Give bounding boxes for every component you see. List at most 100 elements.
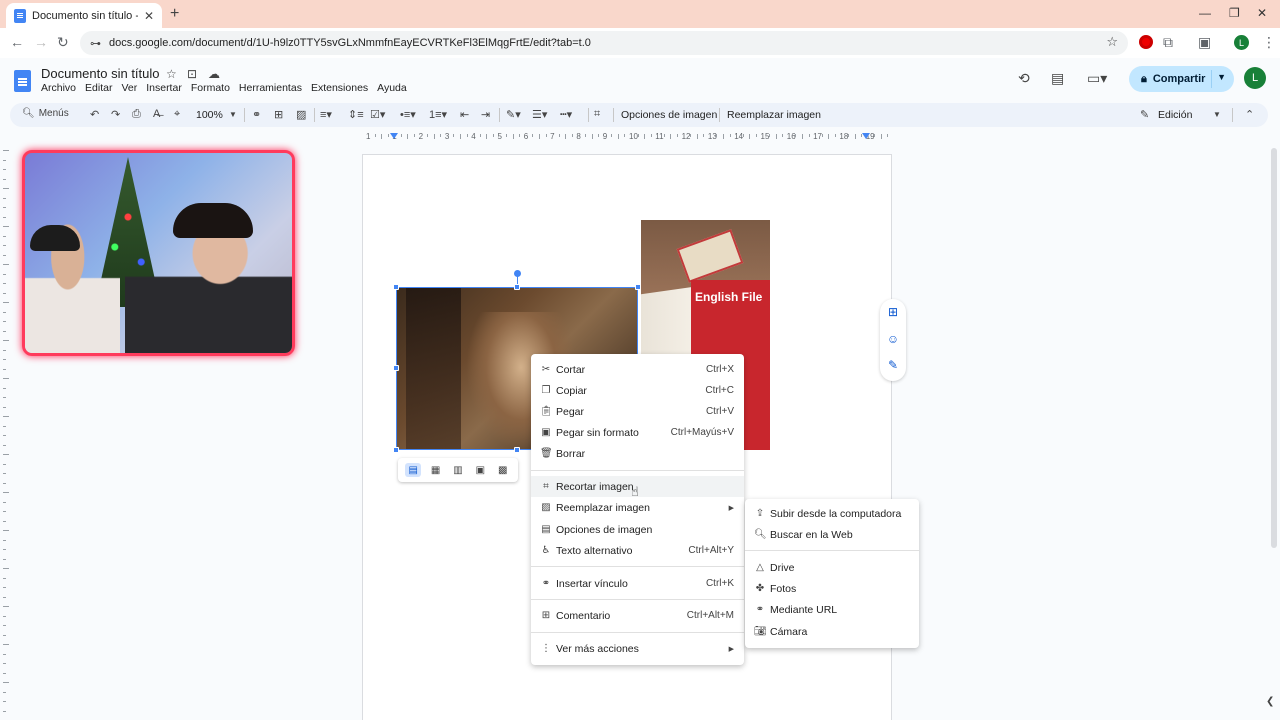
resize-handle-bottom-left[interactable] xyxy=(393,447,399,453)
bookmark-star-icon[interactable]: ☆ xyxy=(1106,34,1118,50)
menu-item-copy[interactable]: ❐ Copiar Ctrl+C xyxy=(531,380,744,401)
cloud-status-icon[interactable]: ☁ xyxy=(208,67,220,81)
bulleted-list-icon[interactable]: •≡▾ xyxy=(400,108,416,121)
resize-handle-top-left[interactable] xyxy=(393,284,399,290)
resize-handle-left[interactable] xyxy=(393,365,399,371)
submenu-item-camera[interactable]: 📷︎ Cámara xyxy=(745,621,919,642)
vertical-ruler[interactable] xyxy=(0,150,10,720)
menu-extensiones[interactable]: Extensiones xyxy=(311,82,372,94)
submenu-item-photos[interactable]: ✤ Fotos xyxy=(745,578,919,599)
align-icon[interactable]: ≡▾ xyxy=(320,108,332,121)
inline-wrap-icon[interactable]: ▤ xyxy=(405,463,422,477)
print-icon[interactable]: ⎙ xyxy=(132,108,141,121)
left-indent-marker[interactable] xyxy=(390,133,398,139)
account-avatar[interactable]: L xyxy=(1244,67,1266,89)
suggest-edits-icon[interactable]: ✎ xyxy=(886,358,900,372)
replace-image-button[interactable]: Reemplazar imagen xyxy=(727,109,821,121)
meet-video-icon[interactable]: ▭▾ xyxy=(1087,70,1107,87)
move-folder-icon[interactable]: ⊡ xyxy=(187,67,197,81)
submenu-item-drive[interactable]: △ Drive xyxy=(745,557,919,578)
opera-extension-icon[interactable] xyxy=(1139,35,1153,49)
menu-formato[interactable]: Formato xyxy=(191,82,234,94)
close-window-icon[interactable]: ✕ xyxy=(1257,6,1267,20)
spellcheck-icon[interactable]: A̶ xyxy=(153,108,160,120)
increase-indent-icon[interactable]: ⇥ xyxy=(481,108,490,121)
decrease-indent-icon[interactable]: ⇤ xyxy=(460,108,469,121)
scrollbar[interactable] xyxy=(1271,148,1277,548)
menu-insertar[interactable]: Insertar xyxy=(146,82,186,94)
version-history-icon[interactable]: ⟲ xyxy=(1018,70,1030,87)
menu-item-paste[interactable]: 📋︎ Pegar Ctrl+V xyxy=(531,401,744,422)
site-info-icon[interactable]: ⊶ xyxy=(90,37,101,50)
editing-mode-select[interactable]: Edición xyxy=(1158,109,1192,121)
collapse-toolbar-icon[interactable]: ⌃ xyxy=(1245,108,1254,121)
menu-herramientas[interactable]: Herramientas xyxy=(239,82,306,94)
right-indent-marker[interactable] xyxy=(862,133,870,139)
forward-icon[interactable]: → xyxy=(34,34,48,50)
submenu-item-upload[interactable]: ⇪ Subir desde la computadora xyxy=(745,503,919,524)
emoji-reaction-icon[interactable]: ☺ xyxy=(886,332,900,346)
url-bar[interactable]: ⊶ docs.google.com/document/d/1U-h9lz0TTY… xyxy=(80,31,1128,55)
insert-image-icon[interactable]: ▨ xyxy=(296,108,306,121)
border-dash-icon[interactable]: ┅▾ xyxy=(560,108,572,121)
extensions-icon[interactable]: ⧉ xyxy=(1163,34,1173,51)
line-spacing-icon[interactable]: ⇕≡ xyxy=(348,108,364,121)
menu-item-more-actions[interactable]: ⋮ Ver más acciones ▶ xyxy=(531,638,744,659)
menu-item-insert-link[interactable]: ⚭ Insertar vínculo Ctrl+K xyxy=(531,573,744,594)
reload-icon[interactable]: ↻ xyxy=(57,34,69,51)
checklist-icon[interactable]: ☑▾ xyxy=(370,108,385,121)
resize-handle-bottom[interactable] xyxy=(514,447,520,453)
chevron-left-icon[interactable]: ❮ xyxy=(1266,696,1274,707)
tab-search-icon[interactable]: ▣ xyxy=(1198,34,1211,51)
break-text-icon[interactable]: ▥ xyxy=(450,463,466,477)
zoom-select[interactable]: 100% xyxy=(196,109,223,121)
submenu-item-web-search[interactable]: 🔍︎ Buscar en la Web xyxy=(745,524,919,545)
minimize-icon[interactable]: — xyxy=(1199,6,1211,20)
browser-profile-avatar[interactable]: L xyxy=(1234,35,1249,50)
menu-search[interactable]: 🔍︎ Menús xyxy=(22,108,69,119)
resize-handle-top[interactable] xyxy=(514,284,520,290)
share-button[interactable]: 🔒︎ Compartir ▼ xyxy=(1129,66,1234,92)
crop-icon[interactable]: ⌗ xyxy=(594,108,600,121)
document-title[interactable]: Documento sin título xyxy=(41,66,160,81)
zoom-caret-icon[interactable]: ▼ xyxy=(229,110,237,119)
numbered-list-icon[interactable]: 1≡▾ xyxy=(429,108,447,121)
menu-item-replace-image[interactable]: ▨ Reemplazar imagen ▶ xyxy=(531,497,744,518)
rotation-handle[interactable] xyxy=(514,270,521,277)
paint-format-icon[interactable]: ⌖ xyxy=(174,108,180,121)
undo-icon[interactable]: ↶ xyxy=(90,108,99,121)
menu-item-paste-plain[interactable]: ▣ Pegar sin formato Ctrl+Mayús+V xyxy=(531,422,744,443)
menu-ayuda[interactable]: Ayuda xyxy=(377,82,411,94)
mode-caret-icon[interactable]: ▼ xyxy=(1213,110,1221,119)
submenu-item-url[interactable]: ⚭ Mediante URL xyxy=(745,599,919,620)
menu-item-cut[interactable]: ✂ Cortar Ctrl+X xyxy=(531,359,744,380)
close-tab-icon[interactable]: ✕ xyxy=(144,9,154,23)
menu-item-alt-text[interactable]: ♿︎ Texto alternativo Ctrl+Alt+Y xyxy=(531,540,744,561)
menu-item-delete[interactable]: 🗑︎ Borrar xyxy=(531,443,744,464)
menu-editar[interactable]: Editar xyxy=(85,82,116,94)
border-weight-icon[interactable]: ☰▾ xyxy=(532,108,547,121)
menu-archivo[interactable]: Archivo xyxy=(41,82,80,94)
horizontal-ruler[interactable]: 1 1 2 3 4 5 6 7 8 9 10 11 12 13 14 15 16 17 18 19 xyxy=(362,131,892,143)
menu-item-image-options[interactable]: ▤ Opciones de imagen xyxy=(531,519,744,540)
menu-item-comment[interactable]: ⊞ Comentario Ctrl+Alt+M xyxy=(531,605,744,626)
in-front-text-icon[interactable]: ▩ xyxy=(495,463,511,477)
insert-link-icon[interactable]: ⚭ xyxy=(252,108,261,121)
star-icon[interactable]: ☆ xyxy=(166,67,177,81)
plus-icon[interactable]: + xyxy=(170,5,179,23)
restore-icon[interactable]: ❐ xyxy=(1229,6,1240,20)
add-comment-icon[interactable]: ⊞ xyxy=(274,108,283,121)
behind-text-icon[interactable]: ▣ xyxy=(472,463,488,477)
menu-ver[interactable]: Ver xyxy=(121,82,141,94)
comments-icon[interactable]: ▤ xyxy=(1051,70,1064,87)
wrap-text-icon[interactable]: ▦ xyxy=(428,463,444,477)
share-caret-icon[interactable]: ▼ xyxy=(1217,72,1226,82)
browser-tab[interactable]: Documento sin título - Docume ✕ xyxy=(6,3,162,28)
add-comment-icon[interactable]: ⊞ xyxy=(886,305,900,319)
back-icon[interactable]: ← xyxy=(10,34,24,50)
border-color-icon[interactable]: ✎▾ xyxy=(506,108,521,121)
redo-icon[interactable]: ↷ xyxy=(111,108,120,121)
resize-handle-top-right[interactable] xyxy=(635,284,641,290)
docs-logo-icon[interactable] xyxy=(14,70,31,92)
image-options-button[interactable]: Opciones de imagen xyxy=(621,109,717,121)
